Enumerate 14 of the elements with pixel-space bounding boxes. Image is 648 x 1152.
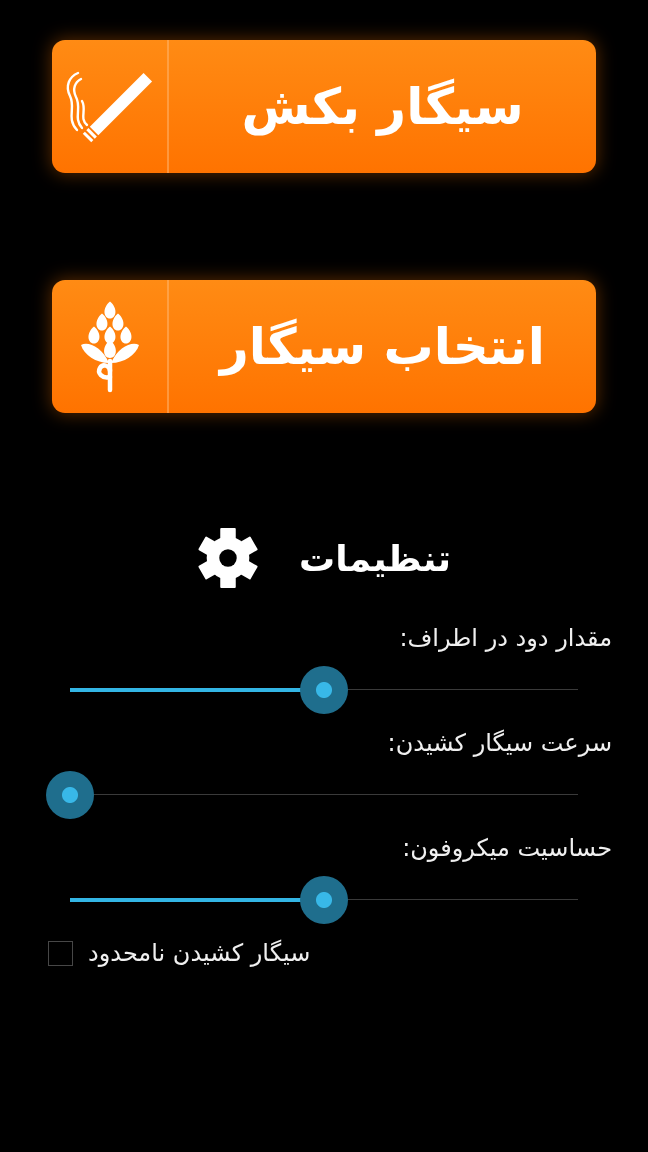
slider-label: سرعت سیگار کشیدن:	[387, 728, 612, 758]
slider-thumb[interactable]	[300, 876, 348, 924]
cigarette-icon	[64, 69, 155, 144]
checkbox-label: سیگار کشیدن نامحدود	[88, 938, 311, 968]
slider-thumb[interactable]	[46, 771, 94, 819]
slider-label: مقدار دود در اطراف:	[399, 623, 612, 653]
select-cigarette-button[interactable]: انتخاب سیگار	[52, 280, 596, 413]
smoke-button[interactable]: سیگار بکش	[52, 40, 596, 173]
pinecone-icon	[79, 300, 140, 393]
slider-thumb[interactable]	[300, 666, 348, 714]
settings-title: تنظیمات	[299, 537, 451, 579]
checkbox[interactable]	[48, 940, 73, 966]
slider-label: حساسیت میکروفون:	[402, 833, 612, 863]
settings-icon	[197, 527, 260, 589]
